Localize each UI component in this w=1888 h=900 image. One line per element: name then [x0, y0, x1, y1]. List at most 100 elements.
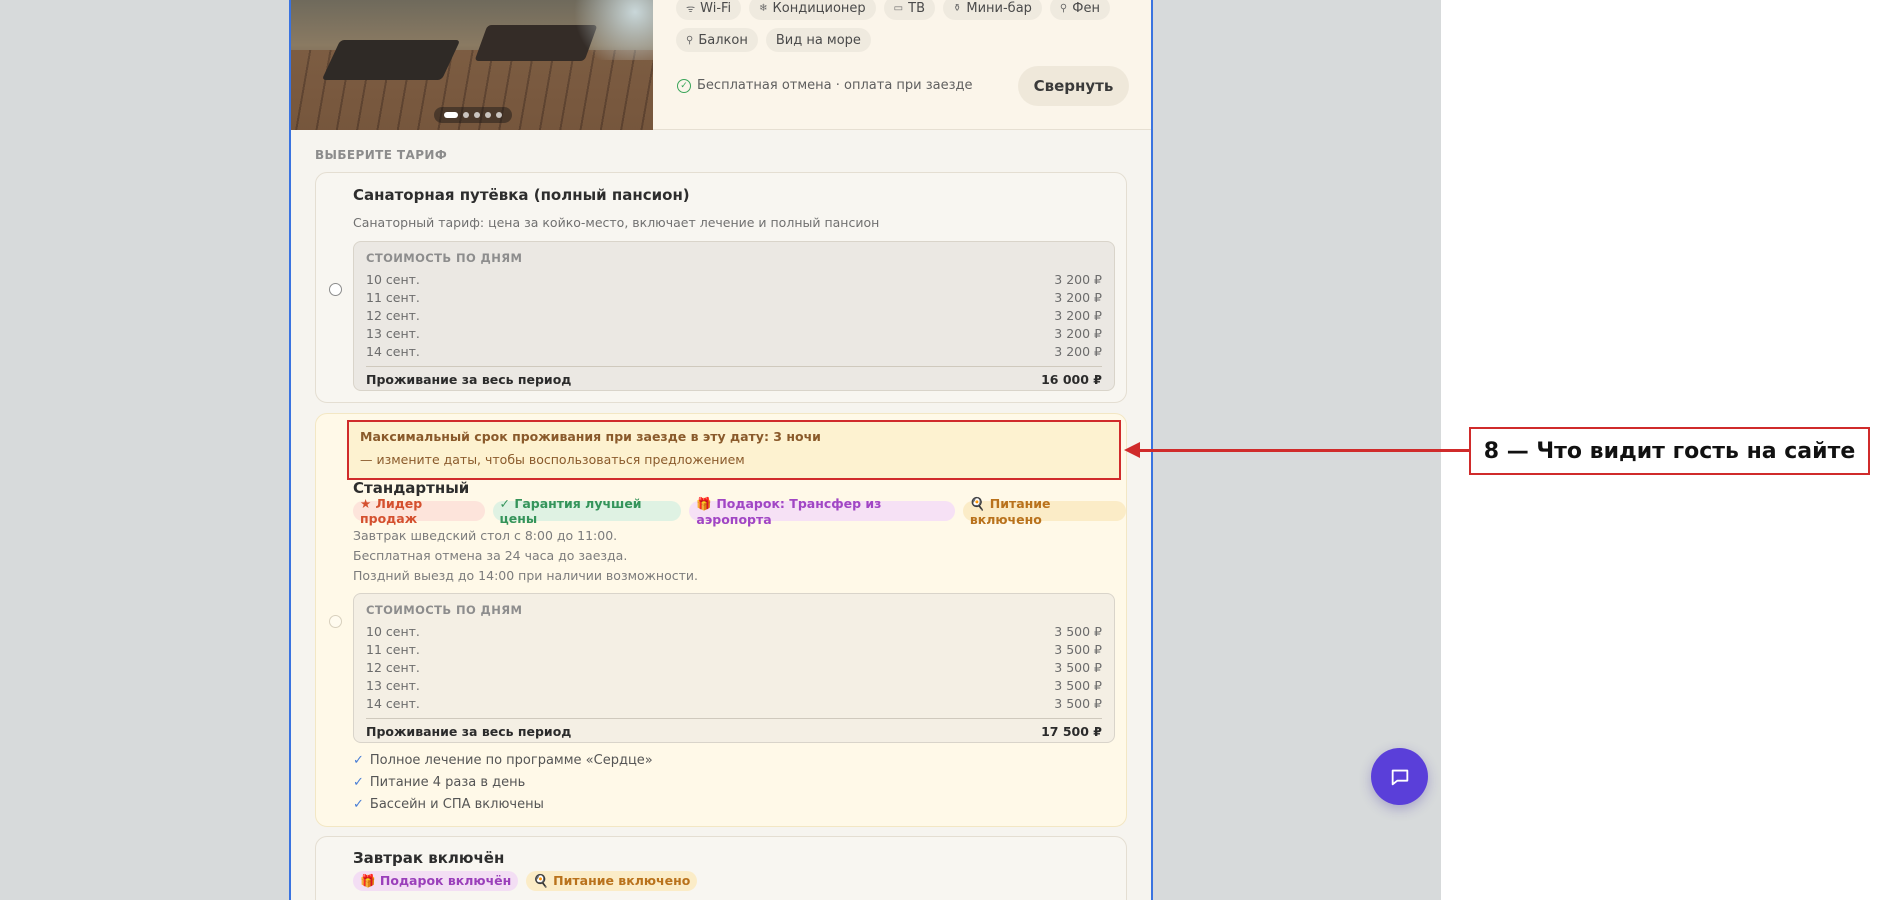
feature-item: ✓ Бассейн и СПА включены	[353, 794, 653, 816]
feature-item: ✓ Питание 4 раза в день	[353, 772, 653, 794]
price-box-heading: СТОИМОСТЬ ПО ДНЯМ	[366, 251, 523, 265]
tariff-badges: ★ Лидер продаж ✓ Гарантия лучшей цены 🎁 …	[353, 496, 1126, 527]
amenity-label: Кондиционер	[772, 0, 866, 16]
price-value: 3 200 ₽	[1054, 326, 1102, 341]
amenity-hairdryer: ⚲ Фен	[1049, 0, 1110, 20]
price-row: 12 сент. 3 200 ₽	[366, 307, 1102, 325]
warning-title: Максимальный срок проживания при заезде …	[360, 429, 821, 444]
warning-hint: — измените даты, чтобы воспользоваться п…	[360, 452, 745, 467]
badge-best-price: ✓ Гарантия лучшей цены	[492, 496, 682, 526]
tariff-description-line: Завтрак шведский стол с 8:00 до 11:00.	[353, 528, 618, 543]
feature-text: Питание 4 раза в день	[369, 775, 526, 790]
price-total-value: 16 000 ₽	[1041, 372, 1102, 387]
price-row: 13 сент. 3 500 ₽	[366, 677, 1102, 695]
price-date: 11 сент.	[366, 290, 420, 305]
amenity-sea-view: Вид на море	[765, 28, 871, 52]
price-total-row: Проживание за весь период 17 500 ₽	[366, 718, 1102, 746]
price-value: 3 500 ₽	[1054, 642, 1102, 657]
photo-pagination	[434, 107, 512, 123]
minibar-icon: ⚱	[952, 2, 962, 14]
badge-meals-included: 🍳 Питание включено	[962, 496, 1126, 527]
price-date: 10 сент.	[366, 624, 420, 639]
stay-length-warning: Максимальный срок проживания при заезде …	[347, 420, 1121, 480]
price-date: 12 сент.	[366, 660, 420, 675]
amenity-minibar: ⚱ Мини-бар	[942, 0, 1042, 20]
tariff-features: ✓ Полное лечение по программе «Сердце» ✓ П…	[353, 750, 653, 816]
tariff-description-line: Бесплатная отмена за 24 часа до заезда.	[353, 548, 628, 563]
price-row: 13 сент. 3 200 ₽	[366, 325, 1102, 343]
pagination-dot[interactable]	[474, 112, 480, 118]
price-row: 11 сент. 3 500 ₽	[366, 641, 1102, 659]
price-date: 12 сент.	[366, 308, 420, 323]
price-total-label: Проживание за весь период	[366, 724, 572, 739]
price-value: 3 200 ₽	[1054, 308, 1102, 323]
price-total-label: Проживание за весь период	[366, 372, 572, 387]
tariff-description-line: Поздний выезд до 14:00 при наличии возмо…	[353, 568, 699, 583]
price-row: 10 сент. 3 200 ₽	[366, 271, 1102, 289]
amenity-label: Вид на море	[775, 32, 861, 48]
pagination-dot[interactable]	[463, 112, 469, 118]
annotation-arrow-line	[1138, 449, 1469, 452]
badge-meals-included: 🍳 Питание включено	[526, 871, 698, 891]
tariff-radio[interactable]	[329, 615, 342, 628]
photo-lounger	[321, 40, 461, 80]
badge-bestseller: ★ Лидер продаж	[353, 496, 485, 526]
pagination-dot[interactable]	[496, 112, 502, 118]
check-icon: ✓	[353, 775, 364, 790]
price-row: 14 сент. 3 500 ₽	[366, 695, 1102, 713]
chat-button[interactable]	[1371, 748, 1428, 805]
feature-text: Бассейн и СПА включены	[369, 797, 544, 812]
tariff-title: Завтрак включён	[353, 849, 505, 867]
pagination-dot[interactable]	[444, 112, 458, 118]
tariff-card-breakfast[interactable]: Завтрак включён 🎁 Подарок включён 🍳 Пита…	[315, 836, 1127, 900]
amenity-list: ᯤ Wi-Fi ❄ Кондиционер ▭ ТВ ⚱ Мини-бар ⚲ Фен ⚲…	[676, 0, 1136, 52]
tariff-title: Санаторная путёвка (полный пансион)	[353, 186, 690, 204]
price-value: 3 200 ₽	[1054, 272, 1102, 287]
annotation-label: 8 — Что видит гость на сайте	[1469, 427, 1870, 475]
daily-price-box: СТОИМОСТЬ ПО ДНЯМ 10 сент. 3 500 ₽ 11 сен…	[353, 593, 1115, 743]
collapse-button[interactable]: Свернуть	[1018, 66, 1129, 106]
check-icon: ✓	[353, 797, 364, 812]
price-total-value: 17 500 ₽	[1041, 724, 1102, 739]
pagination-dot[interactable]	[485, 112, 491, 118]
amenity-wifi: ᯤ Wi-Fi	[676, 0, 742, 20]
price-row: 12 сент. 3 500 ₽	[366, 659, 1102, 677]
photo-sea	[563, 0, 653, 60]
wifi-icon: ᯤ	[686, 4, 696, 15]
balcony-icon: ⚲	[686, 34, 694, 46]
price-row: 11 сент. 3 200 ₽	[366, 289, 1102, 307]
amenity-ac: ❄ Кондиционер	[749, 0, 876, 20]
free-cancel-text: Бесплатная отмена · оплата при заезде	[697, 78, 973, 93]
amenity-label: ТВ	[908, 0, 925, 16]
tariff-subtitle: Санаторный тариф: цена за койко-место, в…	[353, 215, 880, 230]
badge-gift-transfer: 🎁 Подарок: Трансфер из аэропорта	[689, 496, 955, 527]
price-value: 3 500 ₽	[1054, 696, 1102, 711]
amenity-balcony: ⚲ Балкон	[676, 28, 758, 52]
price-row: 10 сент. 3 500 ₽	[366, 623, 1102, 641]
check-icon: ✓	[353, 753, 364, 768]
tariff-radio[interactable]	[329, 283, 342, 296]
badge-gift-included: 🎁 Подарок включён	[353, 871, 519, 891]
price-date: 13 сент.	[366, 678, 420, 693]
room-photo[interactable]	[291, 0, 653, 130]
price-total-row: Проживание за весь период 16 000 ₽	[366, 366, 1102, 394]
daily-price-box: СТОИМОСТЬ ПО ДНЯМ 10 сент. 3 200 ₽ 11 сен…	[353, 241, 1115, 391]
amenity-tv: ▭ ТВ	[883, 0, 935, 20]
check-circle-icon: ✓	[677, 78, 691, 93]
amenity-label: Wi-Fi	[700, 0, 732, 16]
tariff-description: Завтрак шведский стол с 8:00 до 11:00. Б…	[353, 526, 698, 586]
feature-text: Полное лечение по программе «Сердце»	[369, 753, 653, 768]
tariff-card-sanatorium[interactable]: Санаторная путёвка (полный пансион) Сана…	[315, 172, 1127, 403]
price-value: 3 500 ₽	[1054, 678, 1102, 693]
room-header: ᯤ Wi-Fi ❄ Кондиционер ▭ ТВ ⚱ Мини-бар ⚲ Фен ⚲…	[291, 0, 1151, 130]
price-value: 3 200 ₽	[1054, 290, 1102, 305]
price-date: 10 сент.	[366, 272, 420, 287]
price-date: 14 сент.	[366, 344, 420, 359]
amenity-label: Мини-бар	[966, 0, 1032, 16]
price-row: 14 сент. 3 200 ₽	[366, 343, 1102, 361]
price-date: 14 сент.	[366, 696, 420, 711]
amenity-label: Фен	[1072, 0, 1100, 16]
tariff-badges: 🎁 Подарок включён 🍳 Питание включено	[353, 871, 698, 891]
tariff-title: Стандартный	[353, 479, 470, 497]
price-date: 11 сент.	[366, 642, 420, 657]
